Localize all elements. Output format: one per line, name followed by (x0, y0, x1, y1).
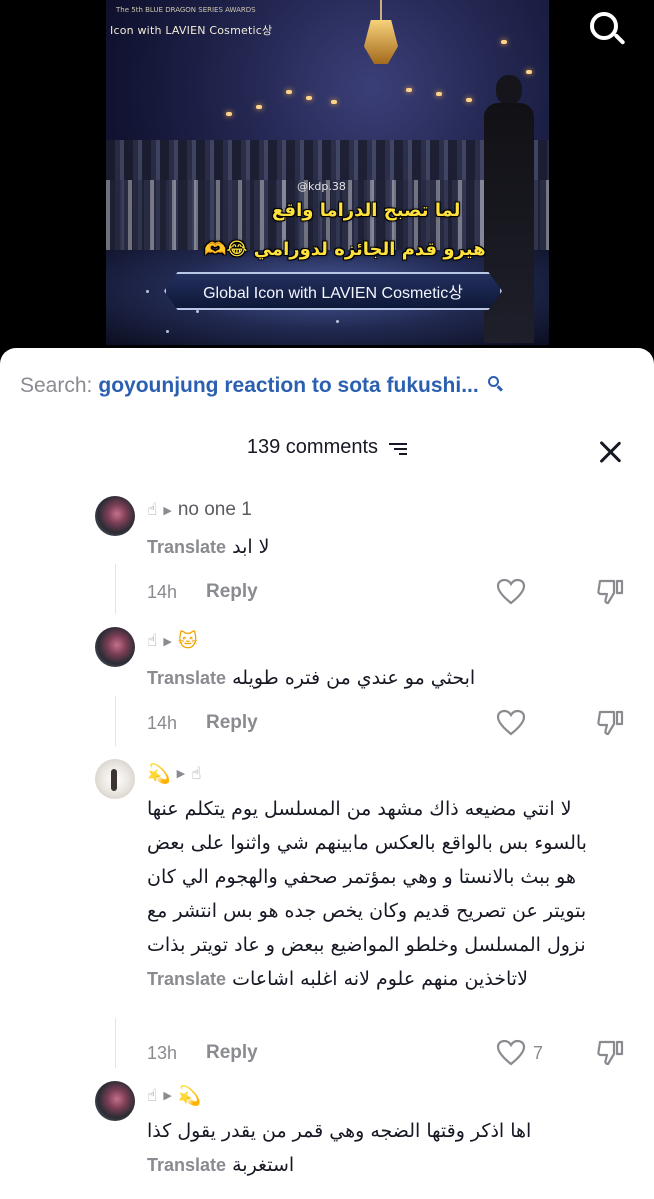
dislike-icon[interactable] (595, 577, 625, 607)
reply-button[interactable]: Reply (206, 581, 258, 603)
like-count: 7 (533, 1043, 544, 1063)
reply-hand-icon: ☝ (147, 1085, 158, 1106)
comment-actions: 13h Reply 7 (147, 1038, 625, 1070)
comment-meta: ☝ ▶ 🐱 (147, 630, 198, 652)
comment-meta: 💫 ▶ ☝ (147, 762, 202, 785)
search-query[interactable]: goyounjung reaction to sota fukushi... (98, 374, 478, 398)
award-banner: Global Icon with LAVIEN Cosmetic상 (164, 272, 502, 310)
comment-text: ابحثي مو عندي من فتره طويله Translate (147, 667, 476, 689)
video-caption-line2: هيرو قدم الجائزه لدورامي 😂🫶 (204, 239, 486, 260)
search-icon (487, 375, 505, 393)
translate-link[interactable]: Translate (147, 1155, 226, 1175)
comment-time: 14h (147, 582, 178, 602)
translate-link[interactable]: Translate (147, 969, 226, 989)
arrow-right-icon: ▶ (163, 634, 172, 648)
video-corner-text: Icon with LAVIEN Cosmetic상 (110, 24, 273, 37)
reply-hand-icon: ☝ (147, 500, 158, 520)
video-player[interactable]: The 5th BLUE DRAGON SERIES AWARDS Icon w… (0, 0, 654, 360)
arrow-right-icon: ▶ (163, 503, 172, 517)
comment-username[interactable]: 💫 (178, 1084, 202, 1107)
arrow-right-icon: ▶ (163, 1089, 172, 1102)
comment-username[interactable]: 🐱 (178, 630, 198, 652)
video-frame[interactable]: The 5th BLUE DRAGON SERIES AWARDS Icon w… (106, 0, 549, 345)
avatar[interactable] (95, 496, 135, 536)
heart-icon[interactable] (496, 577, 526, 607)
dislike-icon[interactable] (595, 708, 625, 738)
comment-actions: 14h Reply (147, 577, 625, 609)
comments-count: 139 comments (246, 436, 379, 458)
comments-header: 139 comments (0, 436, 654, 459)
comment-time: 14h (147, 713, 178, 733)
dislike-icon[interactable] (595, 1038, 625, 1068)
comment-meta: ☝ ▶ no one 1 (147, 499, 252, 521)
comment-text: لا انتي مضيعه ذاك مشهد من المسلسل يوم يت… (147, 798, 587, 990)
comment-username[interactable]: no one 1 (178, 499, 252, 521)
search-label: Search: (20, 374, 93, 397)
comment-time: 13h (147, 1043, 178, 1063)
close-icon[interactable] (596, 438, 624, 466)
avatar[interactable] (95, 1081, 135, 1121)
reply-hand-icon: ☝ (147, 631, 158, 651)
hanging-lamp (364, 20, 398, 64)
event-title-small: The 5th BLUE DRAGON SERIES AWARDS (116, 6, 256, 14)
comments-sheet: Search: goyounjung reaction to sota fuku… (0, 348, 654, 1199)
reply-hand-icon: ☝ (191, 763, 202, 784)
translate-link[interactable]: Translate (147, 537, 226, 557)
related-search-link[interactable]: Search: goyounjung reaction to sota fuku… (20, 374, 505, 398)
avatar[interactable] (95, 627, 135, 667)
comment-text: لا ابد Translate (147, 536, 270, 558)
translate-link[interactable]: Translate (147, 668, 226, 688)
comment-actions: 14h Reply (147, 708, 625, 740)
video-watermark: @kdp.38 (297, 180, 346, 193)
comment-text: اها اذكر وقتها الضجه وهي قمر من يقدر يقو… (147, 1120, 532, 1176)
avatar[interactable] (95, 759, 135, 799)
reply-button[interactable]: Reply (206, 1042, 258, 1064)
video-caption-line1: لما تصبح الدراما واقع (272, 200, 461, 221)
comment-username[interactable]: 💫 (147, 762, 171, 785)
heart-icon[interactable] (496, 1038, 526, 1068)
search-icon[interactable] (586, 8, 630, 52)
reply-button[interactable]: Reply (206, 712, 258, 734)
sort-icon[interactable] (387, 442, 408, 456)
comment-meta: ☝ ▶ 💫 (147, 1084, 202, 1107)
heart-icon[interactable] (496, 708, 526, 738)
arrow-right-icon: ▶ (176, 767, 186, 780)
